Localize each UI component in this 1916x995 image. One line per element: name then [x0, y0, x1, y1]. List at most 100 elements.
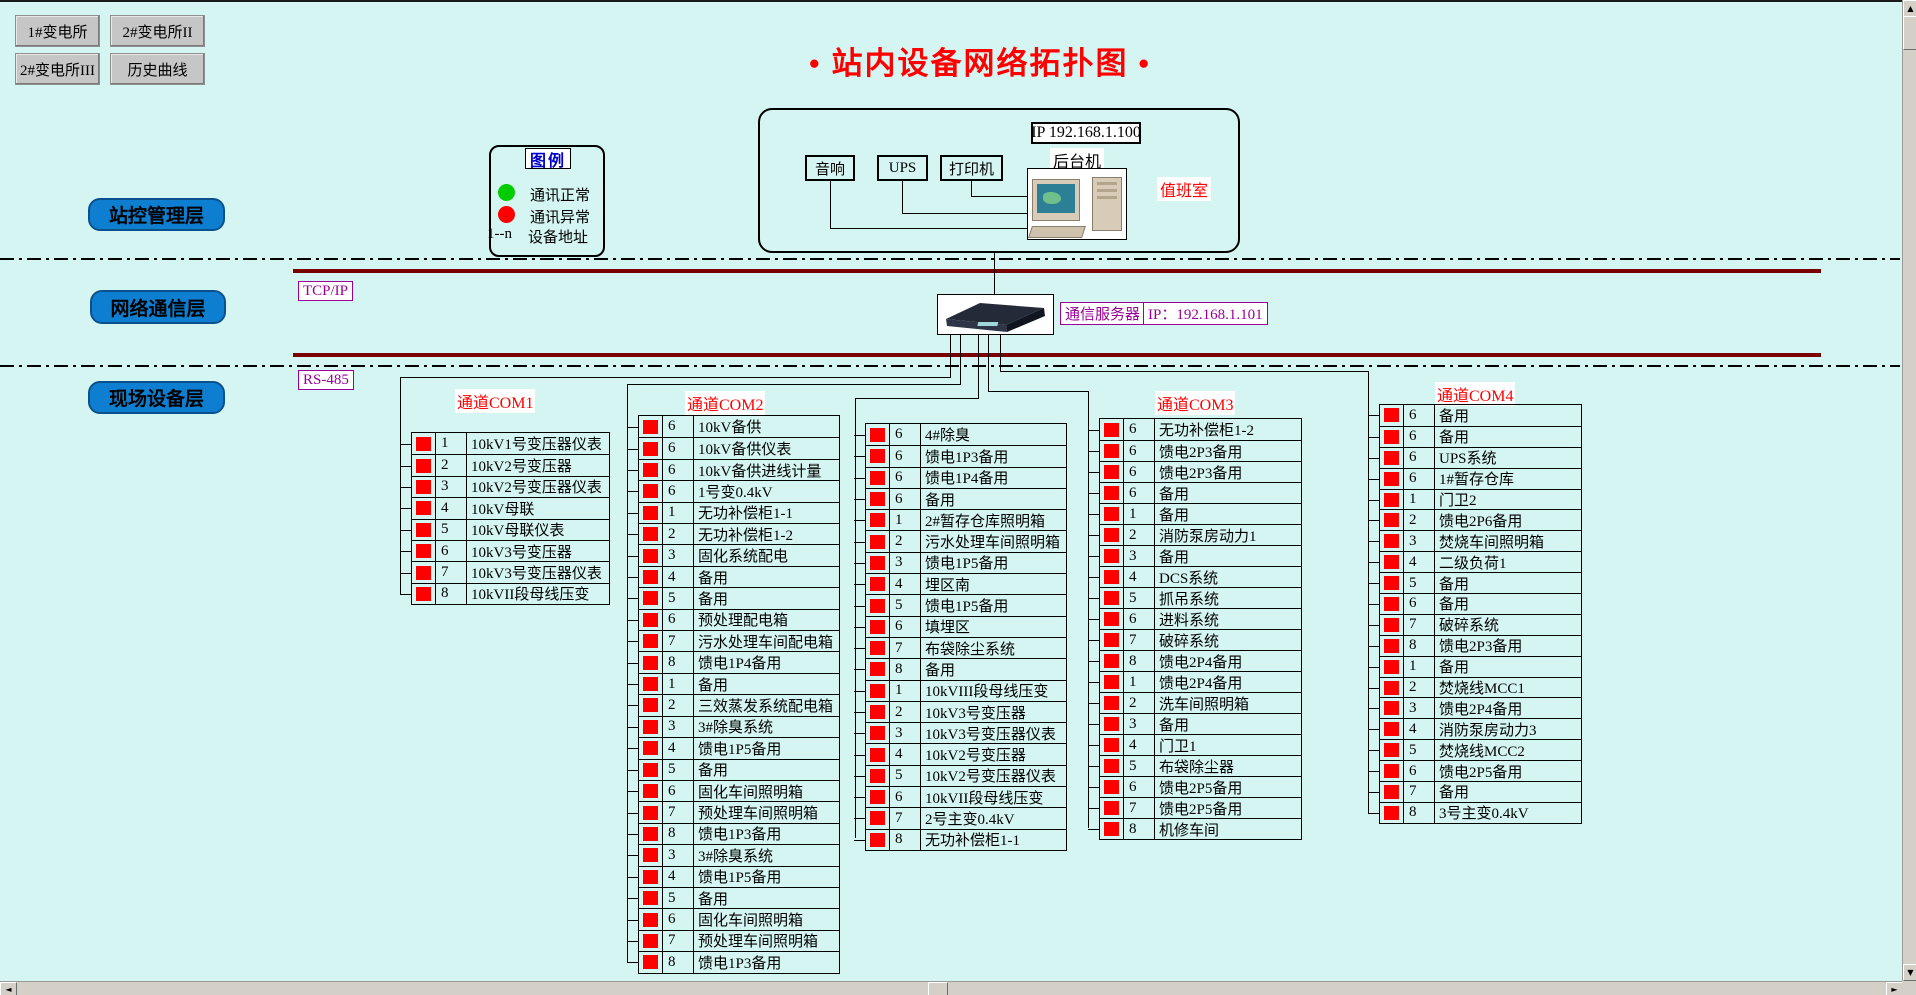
device-row[interactable]: 6 1号变0.4kV — [639, 480, 839, 501]
device-row[interactable]: 5 抓吊系统 — [1100, 587, 1301, 608]
device-row[interactable]: 4 10kV2号变压器 — [866, 743, 1066, 764]
device-row[interactable]: 6 备用 — [866, 488, 1066, 509]
device-row[interactable]: 1 馈电2P4备用 — [1100, 671, 1301, 692]
device-row[interactable]: 4 DCS系统 — [1100, 566, 1301, 587]
device-row[interactable]: 6 馈电2P5备用 — [1100, 776, 1301, 797]
device-row[interactable]: 1 备用 — [639, 673, 839, 694]
device-row[interactable]: 3 固化系统配电 — [639, 544, 839, 565]
device-row[interactable]: 2 三效蒸发系统配电箱 — [639, 694, 839, 715]
device-row[interactable]: 3 10kV3号变压器仪表 — [866, 722, 1066, 743]
device-row[interactable]: 6 10kV备供 — [639, 416, 839, 437]
device-row[interactable]: 8 备用 — [866, 658, 1066, 679]
device-row[interactable]: 5 10kV2号变压器仪表 — [866, 765, 1066, 786]
device-row[interactable]: 2 无功补偿柜1-2 — [639, 523, 839, 544]
device-row[interactable]: 5 备用 — [1380, 572, 1581, 593]
device-row[interactable]: 6 10kVII段母线压变 — [866, 786, 1066, 807]
device-row[interactable]: 6 UPS系统 — [1380, 447, 1581, 468]
device-row[interactable]: 5 馈电1P5备用 — [866, 594, 1066, 615]
device-row[interactable]: 7 2号主变0.4kV — [866, 807, 1066, 828]
device-row[interactable]: 6 固化车间照明箱 — [639, 780, 839, 801]
layer-button-station-control[interactable]: 站控管理层 — [88, 198, 225, 231]
device-row[interactable]: 3 3#除臭系统 — [639, 716, 839, 737]
device-row[interactable]: 6 馈电2P5备用 — [1380, 760, 1581, 781]
device-row[interactable]: 6 备用 — [1380, 405, 1581, 426]
device-row[interactable]: 8 馈电1P4备用 — [639, 651, 839, 672]
device-row[interactable]: 8 馈电2P3备用 — [1380, 635, 1581, 656]
device-row[interactable]: 3 焚烧车间照明箱 — [1380, 530, 1581, 551]
scroll-up-button[interactable]: ▲ — [1903, 0, 1916, 17]
device-row[interactable]: 6 填埋区 — [866, 616, 1066, 637]
device-row[interactable]: 8 馈电2P4备用 — [1100, 650, 1301, 671]
device-row[interactable]: 6 备用 — [1100, 482, 1301, 503]
device-row[interactable]: 8 无功补偿柜1-1 — [866, 829, 1066, 850]
device-row[interactable]: 6 10kV3号变压器 — [412, 540, 609, 561]
device-row[interactable]: 6 备用 — [1380, 593, 1581, 614]
device-row[interactable]: 1 10kVIII段母线压变 — [866, 680, 1066, 701]
device-row[interactable]: 7 污水处理车间配电箱 — [639, 630, 839, 651]
layer-button-field-device[interactable]: 现场设备层 — [88, 381, 225, 414]
device-row[interactable]: 8 10kVII段母线压变 — [412, 583, 609, 604]
device-row[interactable]: 5 备用 — [639, 887, 839, 908]
device-row[interactable]: 6 预处理配电箱 — [639, 609, 839, 630]
device-row[interactable]: 2 洗车间照明箱 — [1100, 692, 1301, 713]
device-row[interactable]: 7 破碎系统 — [1100, 629, 1301, 650]
device-row[interactable]: 3 备用 — [1100, 545, 1301, 566]
device-row[interactable]: 3 3#除臭系统 — [639, 844, 839, 865]
device-row[interactable]: 5 备用 — [639, 759, 839, 780]
device-row[interactable]: 5 备用 — [639, 587, 839, 608]
scroll-down-button[interactable]: ▼ — [1903, 964, 1916, 981]
device-row[interactable]: 4 消防泵房动力3 — [1380, 718, 1581, 739]
vertical-scrollbar[interactable]: ▲ ▼ — [1902, 0, 1916, 981]
layer-button-network-comm[interactable]: 网络通信层 — [90, 290, 226, 324]
device-row[interactable]: 6 馈电2P3备用 — [1100, 440, 1301, 461]
device-row[interactable]: 7 破碎系统 — [1380, 614, 1581, 635]
device-row[interactable]: 4 二级负荷1 — [1380, 551, 1581, 572]
device-row[interactable]: 6 馈电1P4备用 — [866, 467, 1066, 488]
horizontal-scrollbar[interactable]: ◄ ► — [0, 981, 1902, 995]
device-row[interactable]: 7 10kV3号变压器仪表 — [412, 561, 609, 582]
scroll-left-button[interactable]: ◄ — [0, 982, 17, 995]
device-row[interactable]: 2 10kV2号变压器 — [412, 454, 609, 475]
device-row[interactable]: 6 固化车间照明箱 — [639, 908, 839, 929]
device-row[interactable]: 8 馈电1P3备用 — [639, 951, 839, 972]
nav-button-substation2-iii[interactable]: 2#变电所III — [15, 53, 100, 85]
horizontal-scroll-thumb[interactable] — [928, 982, 948, 995]
device-row[interactable]: 4 馈电1P5备用 — [639, 737, 839, 758]
scroll-right-button[interactable]: ► — [1886, 982, 1903, 995]
device-row[interactable]: 5 布袋除尘器 — [1100, 755, 1301, 776]
vertical-scroll-thumb[interactable] — [1903, 16, 1916, 50]
device-row[interactable]: 6 4#除臭 — [866, 424, 1066, 445]
device-row[interactable]: 1 10kV1号变压器仪表 — [412, 433, 609, 454]
device-row[interactable]: 2 馈电2P6备用 — [1380, 509, 1581, 530]
device-row[interactable]: 4 备用 — [639, 566, 839, 587]
device-row[interactable]: 1 门卫2 — [1380, 489, 1581, 510]
device-row[interactable]: 3 备用 — [1100, 713, 1301, 734]
device-row[interactable]: 2 10kV3号变压器 — [866, 701, 1066, 722]
nav-button-substation1[interactable]: 1#变电所 — [15, 15, 100, 47]
device-row[interactable]: 1 备用 — [1380, 656, 1581, 677]
device-row[interactable]: 3 10kV2号变压器仪表 — [412, 476, 609, 497]
device-row[interactable]: 6 馈电2P3备用 — [1100, 461, 1301, 482]
device-row[interactable]: 5 10kV母联仪表 — [412, 519, 609, 540]
device-row[interactable]: 6 10kV备供仪表 — [639, 437, 839, 458]
device-row[interactable]: 8 馈电1P3备用 — [639, 823, 839, 844]
device-row[interactable]: 5 焚烧线MCC2 — [1380, 739, 1581, 760]
device-row[interactable]: 7 馈电2P5备用 — [1100, 797, 1301, 818]
device-row[interactable]: 3 馈电1P5备用 — [866, 552, 1066, 573]
device-row[interactable]: 1 2#暂存仓库照明箱 — [866, 509, 1066, 530]
device-row[interactable]: 4 门卫1 — [1100, 734, 1301, 755]
device-row[interactable]: 2 焚烧线MCC1 — [1380, 677, 1581, 698]
device-row[interactable]: 6 进料系统 — [1100, 608, 1301, 629]
device-row[interactable]: 8 3号主变0.4kV — [1380, 802, 1581, 823]
device-row[interactable]: 6 1#暂存仓库 — [1380, 468, 1581, 489]
device-row[interactable]: 6 10kV备供进线计量 — [639, 459, 839, 480]
device-row[interactable]: 8 机修车间 — [1100, 818, 1301, 839]
device-row[interactable]: 2 消防泵房动力1 — [1100, 524, 1301, 545]
device-row[interactable]: 4 馈电1P5备用 — [639, 866, 839, 887]
device-row[interactable]: 6 馈电1P3备用 — [866, 445, 1066, 466]
device-row[interactable]: 7 备用 — [1380, 781, 1581, 802]
device-row[interactable]: 4 埋区南 — [866, 573, 1066, 594]
device-row[interactable]: 7 布袋除尘系统 — [866, 637, 1066, 658]
device-row[interactable]: 1 备用 — [1100, 503, 1301, 524]
device-row[interactable]: 3 馈电2P4备用 — [1380, 697, 1581, 718]
